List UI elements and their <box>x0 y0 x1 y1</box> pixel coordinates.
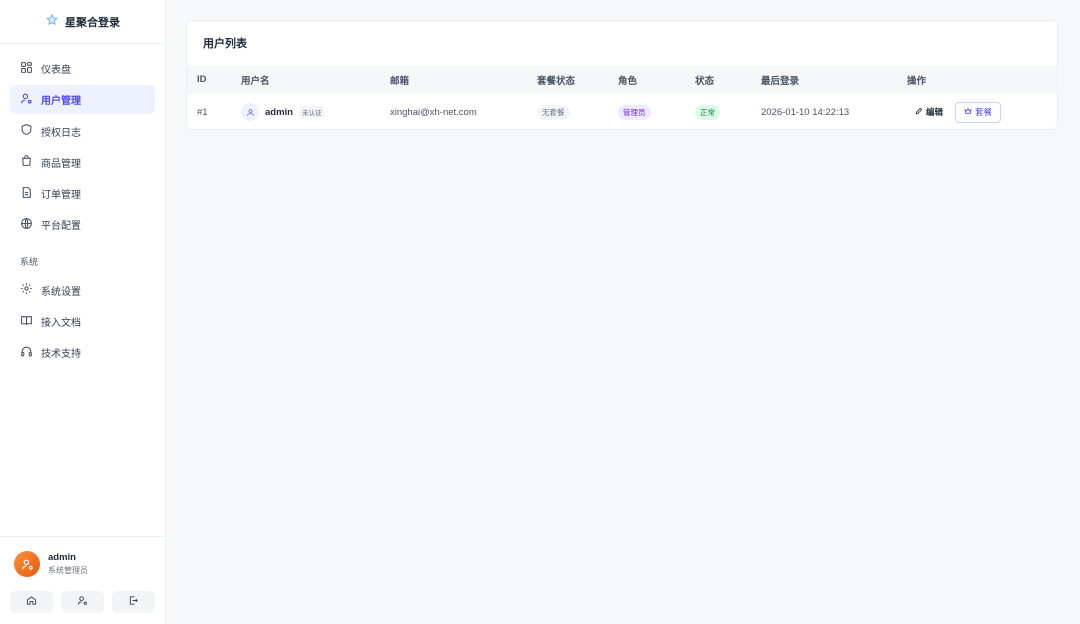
col-header-actions: 操作 <box>907 75 927 87</box>
sidebar-item-auth-logs[interactable]: 授权日志 <box>10 117 155 146</box>
users-icon <box>20 92 33 108</box>
book-icon <box>20 314 33 330</box>
table-header-row: ID 用户名 邮箱 套餐状态 角色 状态 最后登录 操作 <box>187 65 1057 94</box>
username: admin <box>265 106 293 118</box>
shopping-bag-icon <box>20 154 33 170</box>
crown-icon <box>964 107 972 117</box>
col-header-role[interactable]: 角色 <box>618 65 695 94</box>
col-header-plan-status[interactable]: 套餐状态 <box>537 65 618 94</box>
col-header-last-login[interactable]: 最后登录 <box>761 65 907 94</box>
document-icon <box>20 186 33 202</box>
col-header-id[interactable]: ID <box>187 65 241 94</box>
sidebar-item-settings[interactable]: 系统设置 <box>10 276 155 305</box>
page-title: 用户列表 <box>203 38 247 50</box>
plan-status-badge: 无套餐 <box>537 104 570 120</box>
avatar <box>14 551 40 577</box>
cell-username: admin 未认证 <box>241 103 390 121</box>
status-badge: 正常 <box>695 104 720 120</box>
sidebar-nav: 仪表盘 用户管理 授权日志 商品管理 订单管理 平台配置 系统 系统设置 接入文… <box>0 44 165 367</box>
sidebar-item-label: 商品管理 <box>41 158 81 170</box>
user-avatar-icon <box>241 103 259 121</box>
col-header-username[interactable]: 用户名 <box>241 65 390 94</box>
sidebar-item-label: 接入文档 <box>41 318 81 330</box>
shield-icon <box>20 123 33 139</box>
col-header-email[interactable]: 邮箱 <box>390 65 537 94</box>
logout-icon <box>128 595 139 609</box>
current-user[interactable]: admin 系统管理员 <box>14 551 155 577</box>
cell-id: #1 <box>197 106 208 118</box>
sidebar-item-platform[interactable]: 平台配置 <box>10 210 155 239</box>
brand[interactable]: 星聚合登录 <box>0 0 165 44</box>
sidebar-item-label: 用户管理 <box>41 96 81 108</box>
unverified-badge: 未认证 <box>298 106 325 118</box>
headset-icon <box>20 345 33 361</box>
home-icon <box>26 595 37 609</box>
col-header-status[interactable]: 状态 <box>695 65 761 94</box>
table-row[interactable]: #1 admin 未认证 xinghai@xh-net.com 无套餐 管理员 … <box>187 94 1057 129</box>
sidebar-item-label: 技术支持 <box>41 349 81 361</box>
sidebar-item-users[interactable]: 用户管理 <box>10 85 155 115</box>
sidebar-item-label: 订单管理 <box>41 190 81 202</box>
sidebar-item-dashboard[interactable]: 仪表盘 <box>10 54 155 83</box>
sidebar-item-label: 授权日志 <box>41 127 81 139</box>
edit-icon <box>915 107 923 117</box>
footer-actions <box>10 591 155 613</box>
user-settings-icon <box>77 595 88 609</box>
section-label-system: 系统 <box>20 256 39 267</box>
cell-email: xinghai@xh-net.com <box>390 106 477 118</box>
sidebar-item-orders[interactable]: 订单管理 <box>10 179 155 208</box>
plan-button[interactable]: 套餐 <box>955 101 1002 123</box>
globe-icon <box>20 217 33 233</box>
row-actions: 编辑 套餐 <box>907 101 1057 123</box>
home-button[interactable] <box>10 591 53 613</box>
edit-button-label: 编辑 <box>926 107 944 117</box>
user-role: 系统管理员 <box>48 566 88 575</box>
profile-button[interactable] <box>61 591 104 613</box>
cell-last-login: 2026-01-10 14:22:13 <box>761 106 850 118</box>
sidebar-item-docs[interactable]: 接入文档 <box>10 307 155 336</box>
sidebar-item-label: 仪表盘 <box>41 65 71 76</box>
gear-icon <box>20 282 33 298</box>
star-logo-icon <box>45 13 59 30</box>
sidebar-item-label: 系统设置 <box>41 286 81 298</box>
dashboard-icon <box>20 61 33 77</box>
role-badge: 管理员 <box>618 104 651 120</box>
user-name: admin <box>48 552 76 563</box>
sidebar-item-label: 平台配置 <box>41 221 81 233</box>
brand-title: 星聚合登录 <box>65 16 120 29</box>
user-list-card: 用户列表 ID 用户名 邮箱 套餐状态 角色 状态 最后登录 操作 #1 adm… <box>186 20 1058 130</box>
plan-button-label: 套餐 <box>975 107 993 117</box>
user-table: ID 用户名 邮箱 套餐状态 角色 状态 最后登录 操作 #1 admin 未认… <box>187 65 1057 129</box>
edit-button[interactable]: 编辑 <box>907 102 952 122</box>
logout-button[interactable] <box>112 591 155 613</box>
sidebar-item-products[interactable]: 商品管理 <box>10 148 155 177</box>
sidebar: 星聚合登录 仪表盘 用户管理 授权日志 商品管理 订单管理 平台配置 系统 系统… <box>0 0 166 624</box>
sidebar-footer: admin 系统管理员 <box>0 536 165 624</box>
sidebar-item-support[interactable]: 技术支持 <box>10 338 155 367</box>
